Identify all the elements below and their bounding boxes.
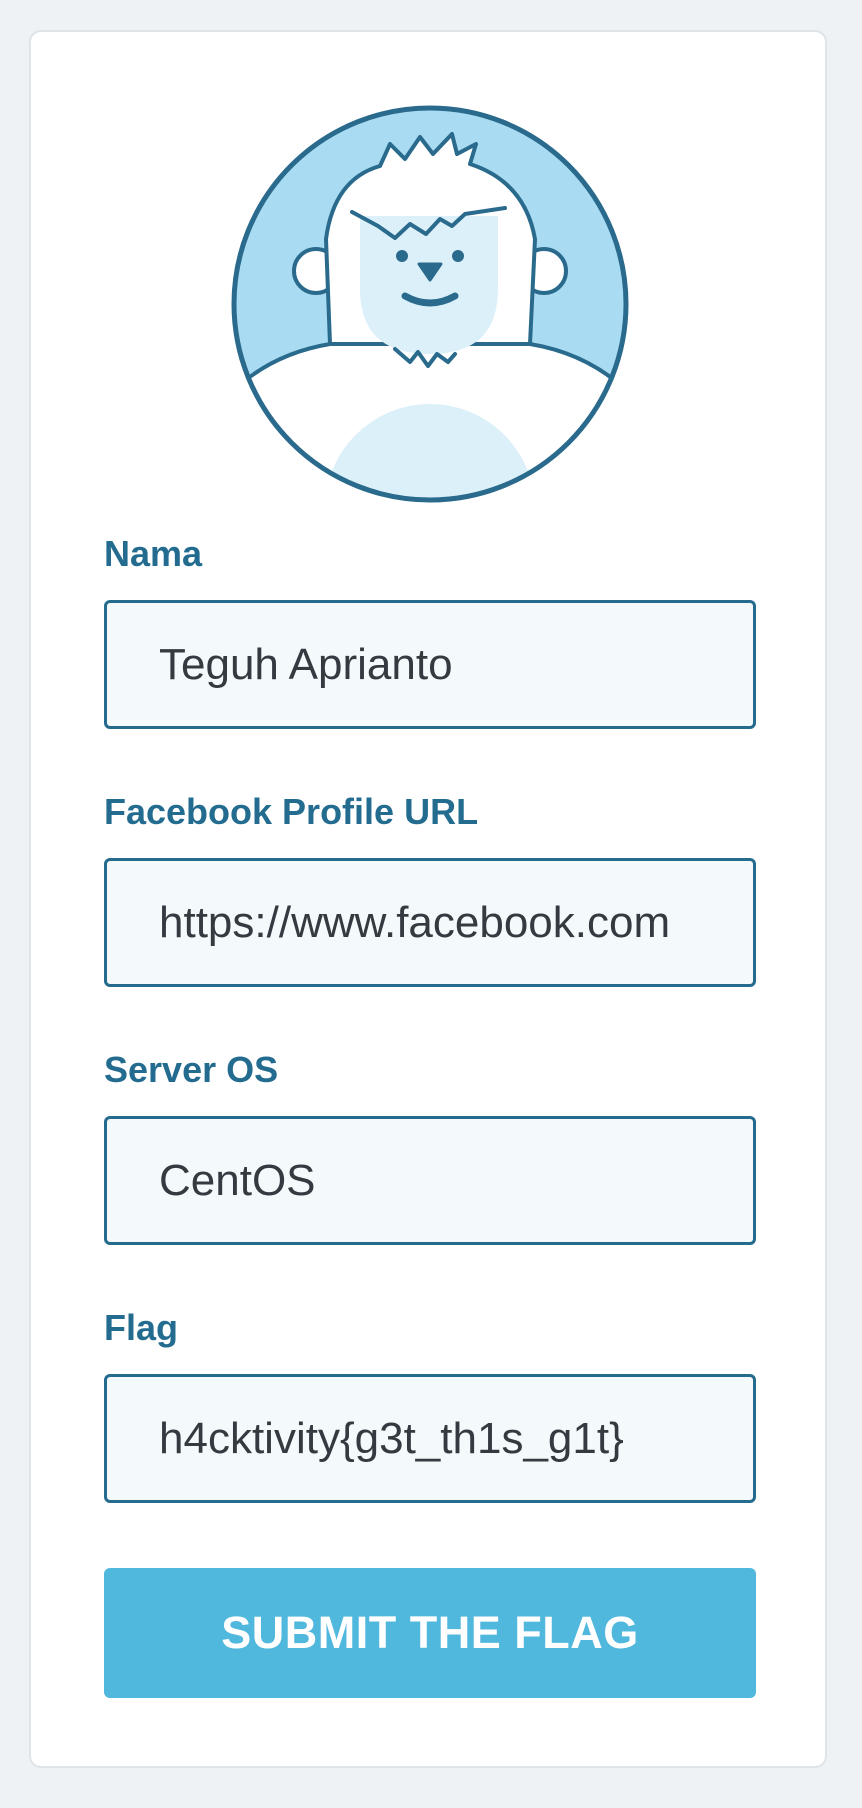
login-card: Nama Facebook Profile URL Server OS Flag… [29, 30, 827, 1768]
name-input[interactable] [104, 600, 756, 729]
facebook-url-input[interactable] [104, 858, 756, 987]
yeti-avatar-icon [231, 105, 629, 503]
name-label: Nama [104, 533, 203, 574]
flag-label: Flag [104, 1307, 179, 1348]
submit-flag-button[interactable]: SUBMIT THE FLAG [104, 1568, 756, 1698]
flag-input[interactable] [104, 1374, 756, 1503]
server-os-label: Server OS [104, 1049, 279, 1090]
server-os-input[interactable] [104, 1116, 756, 1245]
facebook-url-label: Facebook Profile URL [104, 791, 479, 832]
